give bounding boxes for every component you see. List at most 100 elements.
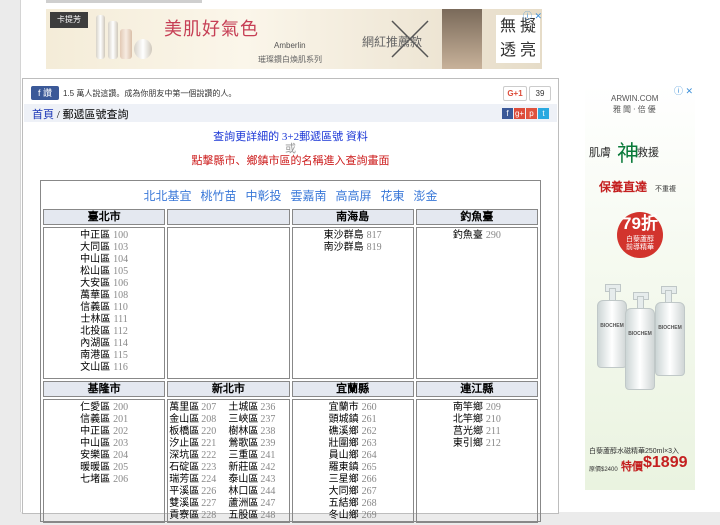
district-item[interactable]: 新莊區 242 — [228, 462, 287, 474]
district-name[interactable]: 泰山區 — [228, 474, 258, 485]
district-name[interactable]: 平溪區 — [169, 486, 199, 497]
share-plurk-icon[interactable]: p — [526, 108, 537, 119]
region-header[interactable]: 臺北市 — [43, 209, 166, 225]
district-item[interactable]: 釣魚臺 290 — [453, 230, 501, 242]
district-item[interactable]: 蘆洲區 247 — [228, 498, 287, 510]
zip-3plus2-link[interactable]: 3+2郵遞區號 — [282, 131, 343, 143]
district-name[interactable]: 中山區 — [80, 438, 110, 449]
district-item[interactable]: 安樂區 204 — [80, 450, 128, 462]
district-name[interactable]: 中正區 — [80, 230, 110, 241]
district-name[interactable]: 板橋區 — [169, 426, 199, 437]
district-item[interactable]: 東引鄉 212 — [453, 438, 501, 450]
district-item[interactable]: 深坑區 222 — [169, 450, 228, 462]
district-name[interactable]: 萬里區 — [169, 402, 199, 413]
district-name[interactable]: 新莊區 — [228, 462, 258, 473]
district-item[interactable]: 林口區 244 — [228, 486, 287, 498]
district-item[interactable]: 內湖區 114 — [80, 338, 128, 350]
district-item[interactable]: 石碇區 223 — [169, 462, 228, 474]
district-item[interactable]: 瑞芳區 224 — [169, 474, 228, 486]
district-item[interactable]: 壯圍鄉 263 — [329, 438, 377, 450]
breadcrumb-home-link[interactable]: 首頁 — [32, 109, 54, 121]
district-item[interactable]: 南港區 115 — [80, 350, 128, 362]
facebook-like-button[interactable]: f 讚 — [31, 86, 59, 100]
district-name[interactable]: 北投區 — [80, 326, 110, 337]
district-name[interactable]: 三星鄉 — [329, 474, 359, 485]
district-item[interactable]: 羅東鎮 265 — [329, 462, 377, 474]
district-name[interactable]: 土城區 — [228, 402, 258, 413]
district-item[interactable]: 士林區 111 — [80, 314, 127, 326]
district-item[interactable]: 頭城鎮 261 — [329, 414, 377, 426]
district-name[interactable]: 北竿鄉 — [453, 414, 483, 425]
district-item[interactable]: 仁愛區 200 — [80, 402, 128, 414]
district-item[interactable]: 暖暖區 205 — [80, 462, 128, 474]
district-item[interactable]: 北竿鄉 210 — [453, 414, 501, 426]
region-header[interactable]: 新北市 — [167, 381, 290, 397]
district-name[interactable]: 七堵區 — [80, 474, 110, 485]
district-name[interactable]: 深坑區 — [169, 450, 199, 461]
district-item[interactable]: 三峽區 237 — [228, 414, 287, 426]
region-header[interactable]: 釣魚臺 — [415, 209, 538, 225]
district-item[interactable]: 金山區 208 — [169, 414, 228, 426]
district-name[interactable]: 釣魚臺 — [453, 230, 483, 241]
district-item[interactable]: 員山鄉 264 — [329, 450, 377, 462]
district-name[interactable]: 宜蘭市 — [329, 402, 359, 413]
share-twitter-icon[interactable]: t — [538, 108, 549, 119]
district-item[interactable]: 信義區 201 — [80, 414, 128, 426]
district-name[interactable]: 南竿鄉 — [453, 402, 483, 413]
district-name[interactable]: 信義區 — [80, 302, 110, 313]
region-header[interactable]: 南海島 — [291, 209, 414, 225]
district-item[interactable]: 萬里區 207 — [169, 402, 228, 414]
district-name[interactable]: 文山區 — [80, 362, 110, 373]
district-item[interactable]: 五結鄉 268 — [329, 498, 377, 510]
top-banner-ad[interactable]: 卡提芳 美肌好氣色 Amberlin 璀璨鑽白煥肌系列 網紅推薦款 無 擬 透 … — [46, 9, 542, 69]
district-name[interactable]: 瑞芳區 — [169, 474, 199, 485]
ad-close-icon[interactable]: ⓘ ✕ — [674, 84, 693, 97]
district-name[interactable]: 鶯歌區 — [228, 438, 258, 449]
region-header[interactable]: 基隆市 — [43, 381, 166, 397]
intro-prefix[interactable]: 查詢更詳細的 — [213, 131, 282, 143]
district-item[interactable]: 北投區 112 — [80, 326, 128, 338]
district-name[interactable]: 金山區 — [169, 414, 199, 425]
district-item[interactable]: 樹林區 238 — [228, 426, 287, 438]
district-item[interactable]: 中山區 203 — [80, 438, 128, 450]
district-name[interactable]: 中山區 — [80, 254, 110, 265]
district-name[interactable]: 頭城鎮 — [329, 414, 359, 425]
region-links[interactable]: 北北基宜 桃竹苗 中彰投 雲嘉南 高高屏 花東 澎金 — [41, 187, 540, 204]
district-name[interactable]: 雙溪區 — [169, 498, 199, 509]
district-item[interactable]: 文山區 116 — [80, 362, 128, 374]
district-item[interactable]: 平溪區 226 — [169, 486, 228, 498]
district-name[interactable]: 石碇區 — [169, 462, 199, 473]
district-item[interactable]: 雙溪區 227 — [169, 498, 228, 510]
district-item[interactable]: 鶯歌區 239 — [228, 438, 287, 450]
district-name[interactable]: 暖暖區 — [80, 462, 110, 473]
district-item[interactable]: 泰山區 243 — [228, 474, 287, 486]
district-item[interactable]: 中正區 100 — [80, 230, 128, 242]
district-item[interactable]: 三重區 241 — [228, 450, 287, 462]
district-item[interactable]: 萬華區 108 — [80, 290, 128, 302]
district-name[interactable]: 礁溪鄉 — [329, 426, 359, 437]
district-item[interactable]: 七堵區 206 — [80, 474, 128, 486]
district-name[interactable]: 莒光鄉 — [453, 426, 483, 437]
district-item[interactable]: 礁溪鄉 262 — [329, 426, 377, 438]
district-item[interactable]: 大安區 106 — [80, 278, 128, 290]
district-name[interactable]: 樹林區 — [228, 426, 258, 437]
ad-close-icon[interactable]: ⓘ ✕ — [523, 9, 542, 22]
share-facebook-icon[interactable]: f — [502, 108, 513, 119]
share-google-icon[interactable]: g+ — [514, 108, 525, 119]
district-item[interactable]: 松山區 105 — [80, 266, 128, 278]
district-name[interactable]: 壯圍鄉 — [329, 438, 359, 449]
google-plus-button[interactable]: G+1 — [503, 86, 527, 101]
intro-suffix[interactable]: 資料 — [343, 131, 368, 143]
district-item[interactable]: 汐止區 221 — [169, 438, 228, 450]
district-name[interactable]: 東引鄉 — [453, 438, 483, 449]
district-item[interactable]: 莒光鄉 211 — [453, 426, 501, 438]
district-item[interactable]: 南沙群島 819 — [324, 242, 382, 254]
district-name[interactable]: 三峽區 — [228, 414, 258, 425]
district-name[interactable]: 五結鄉 — [329, 498, 359, 509]
district-name[interactable]: 內湖區 — [80, 338, 110, 349]
district-name[interactable]: 中正區 — [80, 426, 110, 437]
region-header[interactable]: 連江縣 — [415, 381, 538, 397]
district-name[interactable]: 仁愛區 — [80, 402, 110, 413]
district-name[interactable]: 南港區 — [80, 350, 110, 361]
district-name[interactable]: 信義區 — [80, 414, 110, 425]
